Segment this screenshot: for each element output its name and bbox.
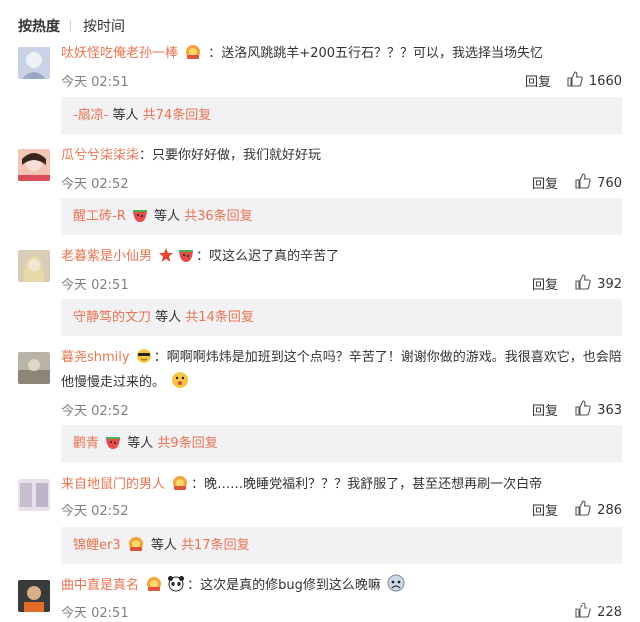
sort-tabs: 按热度 按时间 [18, 16, 125, 36]
sub-reply-user[interactable]: 守静笃的文刀 [73, 310, 151, 325]
thinking-emoji-icon [171, 371, 189, 398]
sub-reply-user[interactable]: 鹳青 [73, 436, 99, 451]
sub-reply-count[interactable]: 共36条回复 [184, 209, 253, 224]
like-button[interactable]: 363 [575, 400, 622, 420]
comment-username[interactable]: 暮尧shmily [61, 350, 130, 365]
sub-replies[interactable]: 醒工砖-R 等人 共36条回复 [61, 198, 622, 235]
thumbs-up-icon [575, 500, 597, 520]
comment-time: 今天 02:52 [61, 404, 129, 419]
like-count: 392 [597, 276, 622, 292]
comment-time: 今天 02:51 [61, 278, 129, 293]
reply-button[interactable]: 回复 [532, 173, 558, 192]
cool-emoji-icon [136, 348, 152, 373]
star-badge-icon [158, 247, 174, 272]
comment-text: ：晚……晚睡党福利？？？我舒服了，甚至还想再刷一次白帝 [191, 477, 543, 492]
wukong-logo-icon [548, 591, 568, 615]
vip-badge-icon [171, 475, 189, 500]
sub-reply-mid: 等人 [151, 310, 186, 325]
tab-hot[interactable]: 按热度 [18, 16, 60, 36]
like-count: 363 [597, 402, 622, 418]
reply-button[interactable]: 回复 [525, 71, 551, 90]
like-button[interactable]: 1660 [567, 71, 622, 91]
avatar[interactable] [18, 580, 50, 612]
sub-replies[interactable]: -扇凉- 等人 共74条回复 [61, 97, 622, 134]
thumbs-up-icon [575, 173, 597, 193]
thumbs-up-icon [575, 400, 597, 420]
sub-reply-count[interactable]: 共9条回复 [157, 436, 217, 451]
sub-reply-user[interactable]: -扇凉- [73, 108, 108, 123]
comment-username[interactable]: 曲中直是真名 [61, 578, 139, 593]
sub-reply-count[interactable]: 共17条回复 [181, 538, 250, 553]
sub-replies[interactable]: 鹳青 等人 共9条回复 [61, 425, 622, 462]
comment-time: 今天 02:52 [61, 504, 129, 519]
avatar[interactable] [18, 352, 50, 384]
reply-button[interactable]: 回复 [532, 400, 558, 419]
sub-reply-user[interactable]: 醒工砖-R [73, 209, 126, 224]
comment-text: ：啊啊啊炜炜是加班到这个点吗？辛苦了！谢谢你做的游戏。我很喜欢它，也会陪 [153, 350, 622, 365]
tab-divider [70, 20, 71, 32]
like-button[interactable]: 286 [575, 500, 622, 520]
comment-text-cont: 他慢慢走过来的。 [61, 375, 166, 390]
sub-reply-user[interactable]: 锦鲤er3 [73, 538, 121, 553]
avatar[interactable] [18, 250, 50, 282]
sub-reply-mid: 等人 [108, 108, 143, 123]
panda-emoji-icon [167, 576, 185, 601]
comment-text: ：只要你好好做，我们就好好玩 [139, 148, 322, 163]
comment-text: ：哎这么迟了真的辛苦了 [196, 249, 340, 264]
vip-badge-icon [145, 576, 163, 601]
vip-badge-icon [127, 530, 145, 567]
watermark-text: 悟空问答 [572, 596, 628, 612]
comment-username[interactable]: 来自地鼠门的男人 [61, 477, 165, 492]
avatar[interactable] [18, 149, 50, 181]
avatar[interactable] [18, 47, 50, 79]
like-count: 286 [597, 502, 622, 518]
sub-reply-count[interactable]: 共14条回复 [185, 310, 254, 325]
sub-reply-count[interactable]: 共74条回复 [143, 108, 212, 123]
comment-time: 今天 02:51 [61, 606, 129, 621]
comment-username[interactable]: 瓜兮兮柒柒柒 [61, 148, 139, 163]
like-button[interactable]: 392 [575, 274, 622, 294]
sub-reply-mid: 等人 [146, 538, 182, 553]
comment-text: ：这次是真的修bug修到这么晚嘛 [187, 578, 381, 593]
avatar[interactable] [18, 479, 50, 511]
thumbs-up-icon [567, 71, 589, 91]
reply-button[interactable]: 回复 [532, 274, 558, 293]
like-count: 1660 [588, 73, 622, 89]
sub-replies[interactable]: 锦鲤er3 等人 共17条回复 [61, 527, 622, 564]
sad-emoji-icon [387, 574, 405, 601]
like-count: 760 [597, 175, 622, 191]
comment-username[interactable]: 呔妖怪吃俺老孙一棒 [61, 46, 178, 61]
sub-reply-mid: 等人 [123, 436, 158, 451]
thumbs-up-icon [575, 274, 597, 294]
comment-time: 今天 02:52 [61, 177, 129, 192]
watermelon-emoji-icon [178, 247, 194, 272]
watermelon-emoji-icon [132, 201, 148, 238]
vip-badge-icon [184, 44, 202, 69]
watermelon-emoji-icon [105, 428, 121, 465]
tab-time[interactable]: 按时间 [83, 16, 125, 36]
comment-username[interactable]: 老暮紫是小仙男 [61, 249, 152, 264]
like-button[interactable]: 760 [575, 173, 622, 193]
sub-replies[interactable]: 守静笃的文刀 等人 共14条回复 [61, 299, 622, 336]
sub-reply-mid: 等人 [149, 209, 185, 224]
comment-time: 今天 02:51 [61, 75, 129, 90]
comment-text: ：送洛风跳跳羊+200五行石？？？可以，我选择当场失忆 [208, 46, 544, 61]
reply-button[interactable]: 回复 [532, 500, 558, 519]
watermark: 悟空问答 [548, 591, 628, 615]
